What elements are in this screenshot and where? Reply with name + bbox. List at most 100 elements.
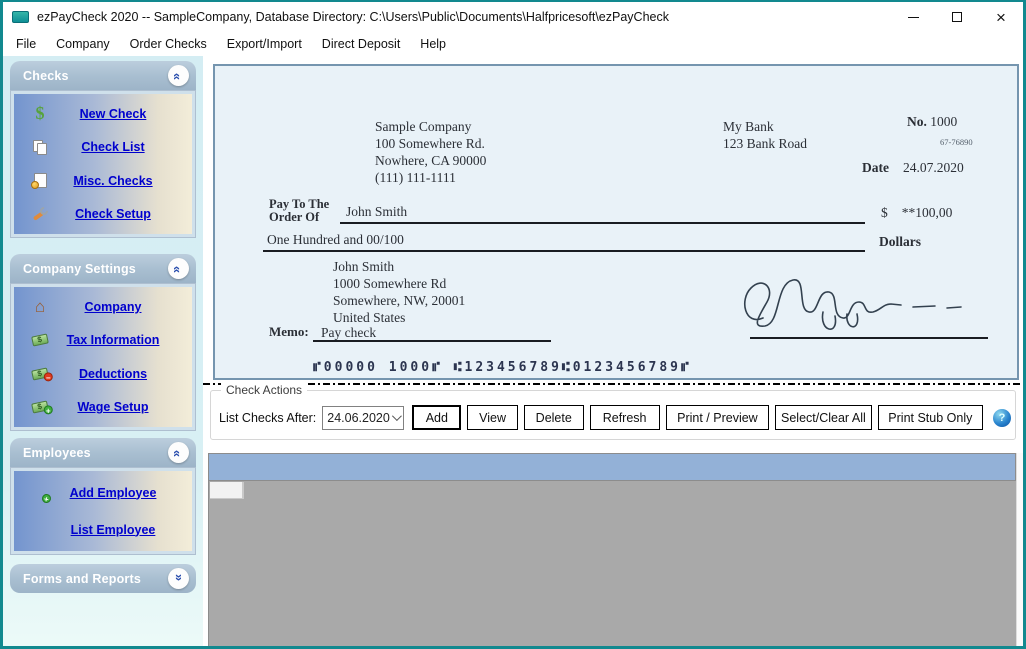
maximize-button[interactable] bbox=[935, 2, 979, 32]
house-icon: ⌂ bbox=[27, 298, 53, 315]
menu-direct-deposit[interactable]: Direct Deposit bbox=[312, 34, 411, 54]
payee-name: John Smith bbox=[346, 204, 407, 220]
close-icon: × bbox=[996, 9, 1006, 26]
sidebar-item-wage-setup[interactable]: + Wage Setup bbox=[15, 391, 191, 423]
print-stub-only-button[interactable]: Print Stub Only bbox=[878, 405, 983, 430]
panel-checks-title: Checks bbox=[10, 69, 69, 83]
dollar-sign: $ bbox=[881, 205, 888, 220]
panel-company-settings-body: ⌂ Company Tax Information − Deductions +… bbox=[10, 283, 196, 431]
menu-order-checks[interactable]: Order Checks bbox=[120, 34, 217, 54]
grid-scroll-strip[interactable] bbox=[1016, 453, 1023, 646]
check-number: No. 1000 bbox=[907, 114, 957, 130]
collapse-employees-button[interactable]: « bbox=[168, 442, 189, 463]
check-actions-group: Check Actions List Checks After: 24.06.2… bbox=[210, 390, 1016, 440]
expand-forms-reports-button[interactable]: « bbox=[168, 568, 189, 589]
check-company-block: Sample Company 100 Somewhere Rd. Nowhere… bbox=[375, 118, 486, 186]
panel-forms-reports-header[interactable]: Forms and Reports « bbox=[10, 564, 196, 593]
sidebar-item-list-employee[interactable]: List Employee bbox=[15, 514, 191, 546]
collapse-checks-button[interactable]: « bbox=[168, 65, 189, 86]
refresh-button[interactable]: Refresh bbox=[590, 405, 660, 430]
minimize-button[interactable] bbox=[891, 2, 935, 32]
sidebar-item-deductions[interactable]: − Deductions bbox=[15, 358, 191, 390]
payee-address-line: Somewhere, NW, 20001 bbox=[333, 292, 465, 309]
help-icon[interactable]: ? bbox=[993, 409, 1011, 427]
check-number-label: No. bbox=[907, 114, 927, 129]
menu-company[interactable]: Company bbox=[46, 34, 120, 54]
sidebar-item-company[interactable]: ⌂ Company bbox=[15, 291, 191, 323]
people-icon bbox=[27, 522, 53, 538]
sidebar-item-label[interactable]: Company bbox=[53, 300, 173, 314]
sidebar-item-label[interactable]: Add Employee bbox=[53, 486, 173, 500]
title-bar: ezPayCheck 2020 -- SampleCompany, Databa… bbox=[3, 2, 1023, 32]
date-filter-combo[interactable]: 24.06.2020 bbox=[322, 406, 404, 430]
pages-icon bbox=[27, 140, 53, 155]
dash-dot-separator bbox=[203, 383, 1023, 385]
panel-forms-reports: Forms and Reports « bbox=[10, 564, 196, 593]
sidebar-item-new-check[interactable]: $ New Check bbox=[15, 98, 191, 130]
check-list-grid bbox=[208, 448, 1023, 646]
grid-body bbox=[208, 481, 1016, 646]
chevron-up-icon: « bbox=[170, 266, 185, 271]
window-controls: × bbox=[891, 2, 1023, 32]
panel-company-settings-title: Company Settings bbox=[10, 262, 136, 276]
cash-icon bbox=[27, 335, 53, 345]
close-button[interactable]: × bbox=[979, 2, 1023, 32]
main-area: Sample Company 100 Somewhere Rd. Nowhere… bbox=[203, 56, 1023, 646]
sidebar-item-misc-checks[interactable]: Misc. Checks bbox=[15, 165, 191, 197]
sidebar-item-label[interactable]: Check Setup bbox=[53, 207, 173, 221]
document-coin-icon bbox=[27, 173, 53, 188]
sidebar-item-label[interactable]: Deductions bbox=[53, 367, 173, 381]
add-person-icon: + bbox=[27, 485, 53, 501]
sidebar-item-label[interactable]: List Employee bbox=[53, 523, 173, 537]
app-window: ezPayCheck 2020 -- SampleCompany, Databa… bbox=[0, 0, 1026, 649]
sidebar-item-label[interactable]: Tax Information bbox=[53, 333, 173, 347]
menu-file[interactable]: File bbox=[6, 34, 46, 54]
panel-employees-header[interactable]: Employees « bbox=[10, 438, 196, 467]
chevron-down-icon: « bbox=[170, 576, 185, 581]
select-clear-all-button[interactable]: Select/Clear All bbox=[775, 405, 872, 430]
company-address1: 100 Somewhere Rd. bbox=[375, 135, 486, 152]
menu-help[interactable]: Help bbox=[410, 34, 456, 54]
bank-address: 123 Bank Road bbox=[723, 135, 807, 152]
chevron-up-icon: « bbox=[170, 450, 185, 455]
add-button[interactable]: Add bbox=[412, 405, 461, 430]
sidebar-item-label[interactable]: New Check bbox=[53, 107, 173, 121]
cash-plus-icon: + bbox=[27, 402, 53, 412]
panel-checks-body: $ New Check Check List Misc. Checks Chec… bbox=[10, 90, 196, 238]
memo-value: Pay check bbox=[321, 325, 376, 341]
panel-employees: Employees « + Add Employee List Employee bbox=[10, 438, 196, 555]
sidebar-item-label[interactable]: Misc. Checks bbox=[53, 174, 173, 188]
panel-checks-header[interactable]: Checks « bbox=[10, 61, 196, 90]
panel-company-settings-header[interactable]: Company Settings « bbox=[10, 254, 196, 283]
view-button[interactable]: View bbox=[467, 405, 518, 430]
pay-to-line2: Order Of bbox=[269, 211, 329, 224]
print-preview-button[interactable]: Print / Preview bbox=[666, 405, 769, 430]
collapse-company-settings-button[interactable]: « bbox=[168, 258, 189, 279]
dollar-icon: $ bbox=[27, 103, 53, 124]
panel-forms-reports-title: Forms and Reports bbox=[10, 572, 141, 586]
sidebar-item-label[interactable]: Wage Setup bbox=[53, 400, 173, 414]
memo-label: Memo: bbox=[269, 324, 309, 340]
pay-to-line1: Pay To The bbox=[269, 198, 329, 211]
sidebar-item-check-setup[interactable]: Check Setup bbox=[15, 198, 191, 230]
check-preview: Sample Company 100 Somewhere Rd. Nowhere… bbox=[213, 64, 1019, 380]
amount-words: One Hundred and 00/100 bbox=[267, 232, 404, 248]
app-icon bbox=[12, 11, 29, 23]
sidebar-item-tax-information[interactable]: Tax Information bbox=[15, 324, 191, 356]
date-filter-value: 24.06.2020 bbox=[327, 411, 390, 425]
menu-export-import[interactable]: Export/Import bbox=[217, 34, 312, 54]
window-title: ezPayCheck 2020 -- SampleCompany, Databa… bbox=[37, 10, 669, 24]
payee-address-line: 1000 Somewhere Rd bbox=[333, 275, 465, 292]
wrench-icon bbox=[27, 206, 53, 222]
pay-to-label: Pay To The Order Of bbox=[269, 198, 329, 223]
payee-underline bbox=[340, 204, 865, 224]
grid-row-header-cell[interactable] bbox=[210, 482, 244, 499]
sidebar: Checks « $ New Check Check List Misc. Ch… bbox=[3, 56, 203, 646]
check-number-value: 1000 bbox=[930, 114, 957, 129]
bank-name: My Bank bbox=[723, 118, 807, 135]
sidebar-item-add-employee[interactable]: + Add Employee bbox=[15, 477, 191, 509]
sidebar-item-check-list[interactable]: Check List bbox=[15, 131, 191, 163]
delete-button[interactable]: Delete bbox=[524, 405, 584, 430]
sidebar-item-label[interactable]: Check List bbox=[53, 140, 173, 154]
chevron-up-icon: « bbox=[170, 73, 185, 78]
